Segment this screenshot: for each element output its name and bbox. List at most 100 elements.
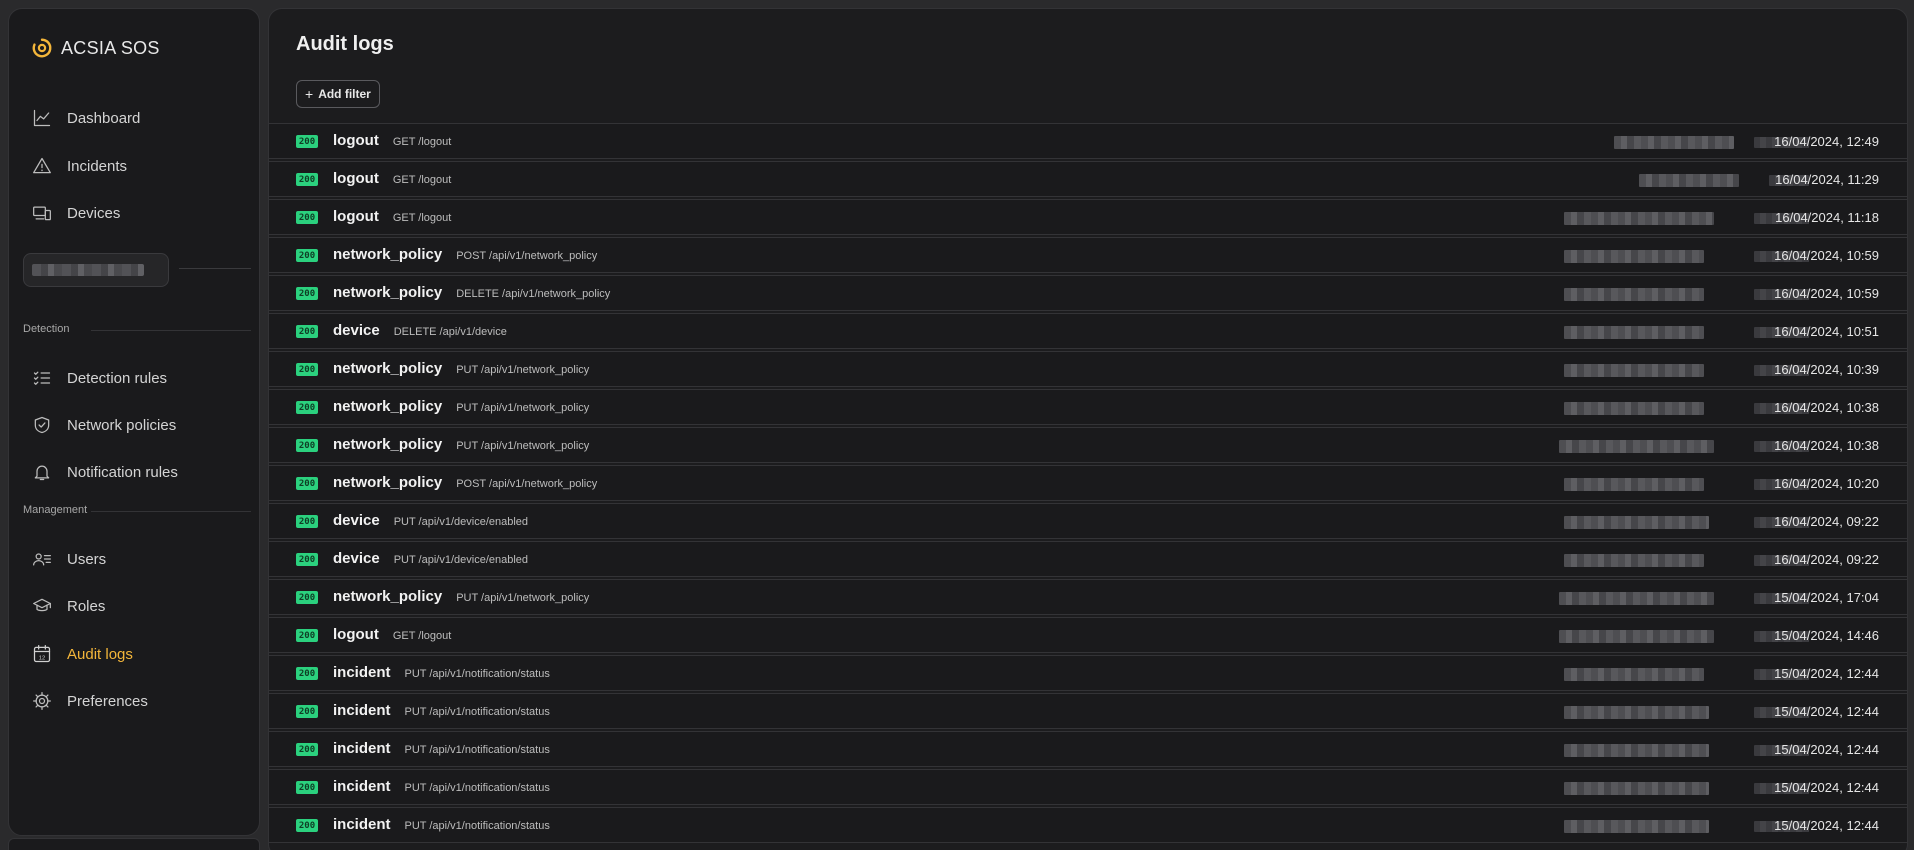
log-row[interactable]: 200 device PUT /api/v1/device/enabled 16/04… [269,541,1907,577]
log-row-head: logout GET /logout [333,170,451,187]
status-badge: 200 [296,705,318,718]
status-badge: 200 [296,743,318,756]
page-title: Audit logs [296,33,394,55]
status-badge: 200 [296,363,318,376]
status-badge: 200 [296,553,318,566]
log-row[interactable]: 200 network_policy POST /api/v1/network_po… [269,237,1907,273]
app-root: ACSIA SOS Dashboard Incidents Devices De… [0,0,1914,850]
sidebar-item-detection-rules[interactable]: Detection rules [31,363,251,393]
log-timestamp: 16/04/2024, 10:51 [1774,324,1879,339]
main-panel: Audit logs + Add filter 200 logout GET /lo… [268,8,1908,850]
sidebar-item-dashboard[interactable]: Dashboard [31,103,251,133]
section-label-detection: Detection [23,323,70,335]
log-request: PUT /api/v1/notification/status [404,668,550,680]
log-resource: network_policy [333,398,443,415]
log-row-head: network_policy POST /api/v1/network_polic… [333,474,597,491]
shield-check-icon [31,414,53,436]
checklist-icon [31,367,53,389]
log-request: POST /api/v1/network_policy [456,250,598,262]
status-badge: 200 [296,135,318,148]
log-request: PUT /api/v1/notification/status [404,782,550,794]
log-resource: logout [333,132,379,149]
log-row[interactable]: 200 network_policy DELETE /api/v1/network_… [269,275,1907,311]
redacted-block [1564,820,1709,833]
divider [179,268,251,269]
log-row[interactable]: 200 network_policy PUT /api/v1/network_pol… [269,389,1907,425]
log-row-head: logout GET /logout [333,626,451,643]
log-timestamp: 15/04/2024, 12:44 [1774,780,1879,795]
organization-name-redacted [32,264,144,276]
sidebar-item-devices[interactable]: Devices [31,198,251,228]
log-timestamp: 16/04/2024, 10:38 [1774,438,1879,453]
log-row-head: logout GET /logout [333,132,451,149]
log-row-head: network_policy PUT /api/v1/network_policy [333,398,589,415]
redacted-block [1559,592,1714,605]
sidebar-item-label: Devices [67,204,121,222]
status-badge: 200 [296,781,318,794]
sidebar-item-notification-rules[interactable]: Notification rules [31,457,251,487]
status-badge: 200 [296,667,318,680]
sidebar-item-preferences[interactable]: Preferences [31,686,251,716]
log-row[interactable]: 200 network_policy POST /api/v1/network_po… [269,465,1907,501]
log-row-head: network_policy DELETE /api/v1/network_pol… [333,284,610,301]
log-row[interactable]: 200 network_policy PUT /api/v1/network_pol… [269,427,1907,463]
log-row[interactable]: 200 incident PUT /api/v1/notification/stat… [269,655,1907,691]
log-row-head: incident PUT /api/v1/notification/status [333,664,550,681]
log-row[interactable]: 200 logout GET /logout 16/04/2024, 12:49 [269,123,1907,159]
log-request: POST /api/v1/network_policy [456,478,598,490]
log-timestamp: 16/04/2024, 10:20 [1774,476,1879,491]
log-row-head: logout GET /logout [333,208,451,225]
gear-icon [31,690,53,712]
sidebar-item-roles[interactable]: Roles [31,591,251,621]
sidebar-item-label: Users [67,550,107,568]
log-request: PUT /api/v1/network_policy [456,364,590,376]
log-row[interactable]: 200 device PUT /api/v1/device/enabled 16/04… [269,503,1907,539]
log-row[interactable]: 200 incident PUT /api/v1/notification/stat… [269,731,1907,767]
log-row[interactable]: 200 incident PUT /api/v1/notification/stat… [269,693,1907,729]
log-request: PUT /api/v1/network_policy [456,402,590,414]
log-row[interactable]: 200 logout GET /logout 15/04/2024, 14:46 [269,617,1907,653]
log-resource: network_policy [333,360,443,377]
log-user-redacted [1564,250,1809,263]
sidebar-item-incidents[interactable]: Incidents [31,151,251,181]
redacted-block [1559,440,1714,453]
status-badge: 200 [296,439,318,452]
sidebar-item-label: Network policies [67,416,177,434]
log-user-redacted [1564,744,1809,757]
log-row-head: device DELETE /api/v1/device [333,322,507,339]
add-filter-button[interactable]: + Add filter [296,80,380,108]
sidebar: ACSIA SOS Dashboard Incidents Devices De… [8,8,260,836]
log-user-redacted [1559,630,1809,643]
organization-select[interactable] [23,253,169,287]
log-row[interactable]: 200 incident PUT /api/v1/notification/stat… [269,769,1907,805]
divider [91,511,251,512]
log-row[interactable]: 200 logout GET /logout 16/04/2024, 11:18 [269,199,1907,235]
sidebar-item-audit-logs[interactable]: 12 Audit logs [31,639,251,669]
audit-log-list: 200 logout GET /logout 16/04/2024, 12:49 200… [269,123,1907,845]
log-timestamp: 16/04/2024, 11:18 [1775,210,1879,225]
brand[interactable]: ACSIA SOS [31,37,160,59]
log-timestamp: 15/04/2024, 12:44 [1774,742,1879,757]
log-row[interactable]: 200 incident PUT /api/v1/notification/stat… [269,807,1907,843]
log-resource: network_policy [333,436,443,453]
log-resource: network_policy [333,474,443,491]
sidebar-item-label: Incidents [67,157,128,175]
redacted-block [1559,630,1714,643]
log-request: GET /logout [392,136,452,148]
log-row[interactable]: 200 logout GET /logout 16/04/2024, 11:29 [269,161,1907,197]
log-timestamp: 16/04/2024, 09:22 [1774,514,1879,529]
log-row[interactable]: 200 network_policy PUT /api/v1/network_pol… [269,351,1907,387]
log-row[interactable]: 200 device DELETE /api/v1/device 16/04/2024… [269,313,1907,349]
log-row[interactable]: 200 network_policy PUT /api/v1/network_pol… [269,579,1907,615]
sidebar-item-network-policies[interactable]: Network policies [31,410,251,440]
graduation-cap-icon [31,595,53,617]
status-badge: 200 [296,819,318,832]
sidebar-item-label: Notification rules [67,463,178,481]
log-user-redacted [1564,402,1809,415]
log-user-redacted [1564,516,1809,529]
log-row-head: incident PUT /api/v1/notification/status [333,778,550,795]
log-row-head: network_policy PUT /api/v1/network_policy [333,588,589,605]
log-resource: logout [333,170,379,187]
sidebar-item-users[interactable]: Users [31,544,251,574]
log-row-head: network_policy PUT /api/v1/network_policy [333,436,589,453]
